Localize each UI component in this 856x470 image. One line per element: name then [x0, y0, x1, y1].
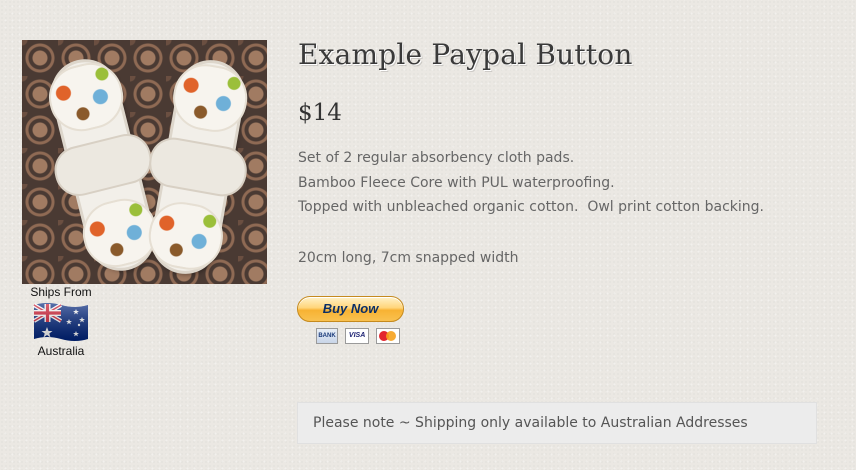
product-description: Set of 2 regular absorbency cloth pads. … [298, 146, 818, 270]
description-line: Set of 2 regular absorbency cloth pads. [298, 150, 575, 166]
cloth-pad-left [44, 55, 162, 275]
product-title: Example Paypal Button [298, 38, 633, 71]
mastercard-icon [376, 328, 401, 344]
product-image [22, 40, 267, 284]
description-line: Topped with unbleached organic cotton. O… [298, 199, 764, 215]
product-price: $14 [298, 100, 342, 126]
ships-from-country: Australia [37, 344, 85, 358]
bank-card-icon: BANK [316, 328, 338, 344]
description-line: Bamboo Fleece Core with PUL waterproofin… [298, 174, 615, 191]
product-dimensions: 20cm long, 7cm snapped width [298, 249, 519, 266]
cloth-pad-right [145, 58, 251, 276]
australia-flag-icon [32, 301, 90, 343]
payment-cards: BANK VISA [316, 328, 402, 344]
ships-from-label: Ships From [30, 285, 92, 299]
ships-from-badge: Ships From Australia [22, 285, 100, 358]
visa-card-icon: VISA [345, 328, 370, 344]
paypal-buy-now-button[interactable]: Buy Now [297, 296, 404, 322]
shipping-note: Please note ~ Shipping only available to… [297, 402, 817, 444]
